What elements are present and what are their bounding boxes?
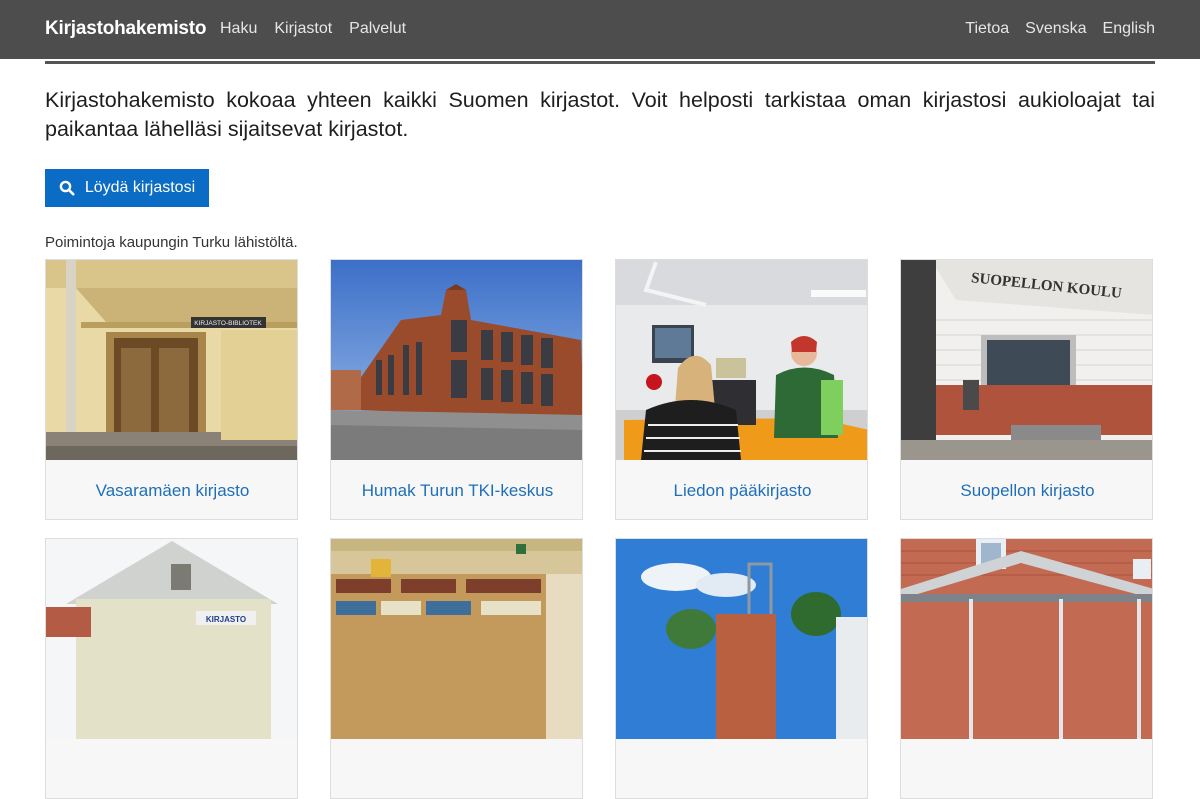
library-photo: [331, 260, 582, 460]
nav-english[interactable]: English: [1103, 20, 1155, 38]
header-divider: [45, 61, 1155, 64]
library-card-humak[interactable]: Humak Turun TKI-keskus: [330, 259, 583, 520]
find-library-button[interactable]: Löydä kirjastosi: [45, 169, 209, 207]
top-navbar: Kirjastohakemisto Haku Kirjastot Palvelu…: [0, 0, 1200, 59]
library-photo: [901, 539, 1152, 739]
library-card-row2-1[interactable]: KIRJASTO: [45, 538, 298, 799]
library-photo: KIRJASTO-BIBLIOTEK: [46, 260, 297, 460]
search-icon: [59, 180, 75, 196]
library-card-row2-4[interactable]: [900, 538, 1153, 799]
library-photo: SUOPELLON KOULU: [901, 260, 1152, 460]
secondary-nav: Tietoa Svenska English: [965, 20, 1155, 38]
library-name[interactable]: Suopellon kirjasto: [901, 460, 1152, 519]
nav-kirjastot[interactable]: Kirjastot: [274, 20, 332, 38]
library-card-lieto[interactable]: Liedon pääkirjasto: [615, 259, 868, 520]
library-name[interactable]: Vasaramäen kirjasto: [46, 460, 297, 519]
nav-palvelut[interactable]: Palvelut: [349, 20, 406, 38]
find-library-label: Löydä kirjastosi: [84, 179, 196, 196]
brand-link[interactable]: Kirjastohakemisto: [45, 18, 207, 40]
library-card-row2-2[interactable]: [330, 538, 583, 799]
intro-text: Kirjastohakemisto kokoaa yhteen kaikki S…: [45, 88, 1155, 141]
library-photo: [616, 260, 867, 460]
library-sign: KIRJASTO: [206, 615, 246, 624]
library-card-row2-3[interactable]: [615, 538, 868, 799]
library-name[interactable]: Humak Turun TKI-keskus: [331, 460, 582, 519]
library-photo: [331, 539, 582, 739]
nav-haku[interactable]: Haku: [220, 20, 257, 38]
nav-tietoa[interactable]: Tietoa: [965, 20, 1009, 38]
nearby-picks-label: Poimintoja kaupungin Turku lähistöltä.: [45, 234, 298, 251]
library-name[interactable]: Liedon pääkirjasto: [616, 460, 867, 519]
library-card-vasaramaki[interactable]: KIRJASTO-BIBLIOTEK Vasaramäen kirjasto: [45, 259, 298, 520]
library-card-suopelto[interactable]: SUOPELLON KOULU Suopellon kirjasto: [900, 259, 1153, 520]
library-sign: KIRJASTO-BIBLIOTEK: [194, 320, 262, 327]
library-photo: KIRJASTO: [46, 539, 297, 739]
main-nav: Haku Kirjastot Palvelut: [220, 20, 406, 38]
nav-svenska[interactable]: Svenska: [1025, 20, 1086, 38]
library-photo: [616, 539, 867, 739]
